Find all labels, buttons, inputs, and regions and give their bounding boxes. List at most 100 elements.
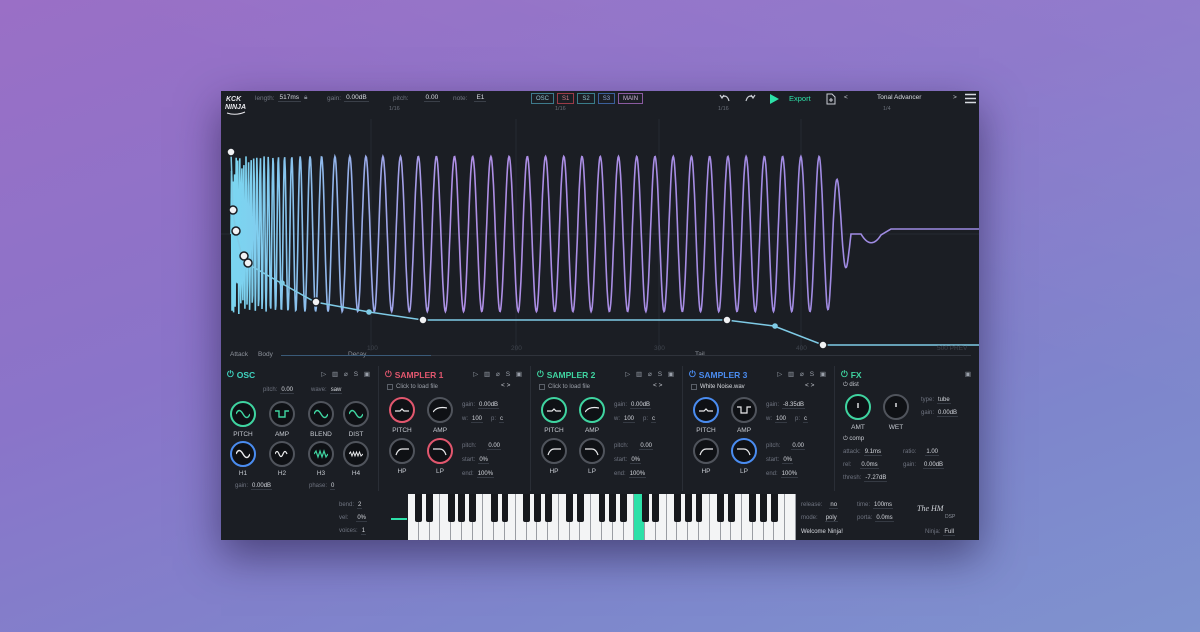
preset-prev-button[interactable]: < [844,94,848,101]
piano-black-key[interactable] [426,494,433,522]
tab-s1[interactable]: S1 [557,93,575,104]
piano-black-key[interactable] [533,494,541,522]
piano-black-key[interactable] [609,494,617,522]
piano-keyboard[interactable] [408,494,796,540]
export-button[interactable]: Export [789,94,811,103]
osc-h2-knob[interactable] [269,441,295,467]
fx-toolbar-icons[interactable]: ▣ [965,370,973,378]
sampler1-toolbar-icons[interactable]: ▷ ▥ ⌀ S ▣ [473,370,524,378]
comp-attack-field[interactable]: attack: 9.1ms [843,449,883,456]
grid-value-3[interactable]: 1/16 [718,106,729,112]
release-field[interactable]: release: no [801,502,839,509]
piano-black-key[interactable] [620,494,627,522]
grid-value-4[interactable]: 1/4 [883,106,891,112]
fx-gain-field[interactable]: gain: 0.00dB [921,410,959,417]
checkbox[interactable] [691,383,697,390]
comp-thresh-field[interactable]: thresh: -7.27dB [843,475,888,482]
time-field[interactable]: time: 100ms [857,502,894,509]
piano-black-key[interactable] [760,494,768,522]
sampler1-pitch-knob[interactable] [389,397,415,423]
sampler1-w-field[interactable]: w: 100 [462,416,484,423]
sampler3-p-field[interactable]: p: c [795,416,809,423]
osc-amp-knob[interactable] [269,401,295,427]
osc-dist-knob[interactable] [343,401,369,427]
power-icon[interactable]: ⏻ [841,369,848,380]
sampler2-amp-knob[interactable] [579,397,605,423]
piano-white-key[interactable] [785,494,796,540]
checkbox[interactable] [387,383,393,390]
ninja-field[interactable]: Ninja: Full [925,529,956,536]
sampler1-p-field[interactable]: p: c [491,416,505,423]
sampler1-hp-knob[interactable] [389,438,415,464]
stage-attack[interactable]: Attack [230,351,248,358]
fx-title[interactable]: ⏻ FX [841,369,862,380]
sampler2-title[interactable]: ⏻ SAMPLER 2 [537,369,595,380]
save-preset-icon[interactable] [826,93,836,105]
fx-amt-knob[interactable] [845,394,871,420]
sampler3-file-nav[interactable]: < > [805,382,814,389]
sampler3-lp-knob[interactable] [731,438,757,464]
osc-pitch-field[interactable]: pitch: 0.00 [263,387,295,394]
sampler3-amp-knob[interactable] [731,397,757,423]
dist-toggle[interactable]: ⏻ dist [843,382,859,389]
sampler3-title[interactable]: ⏻ SAMPLER 3 [689,369,747,380]
tab-main[interactable]: MAIN [618,93,644,104]
power-icon[interactable]: ⏻ [843,436,848,442]
piano-black-key[interactable] [717,494,724,522]
note-field[interactable]: note: E1 [453,94,487,102]
tab-s2[interactable]: S2 [577,93,595,104]
bend-field[interactable]: bend: 2 [339,502,363,509]
osc-h1-knob[interactable] [230,441,256,467]
sampler3-w-field[interactable]: w: 100 [766,416,788,423]
sampler1-end-field[interactable]: end: 100% [462,471,495,478]
redo-icon[interactable] [744,93,756,104]
piano-black-key[interactable] [523,494,530,522]
grid-value-1[interactable]: 1/16 [389,106,400,112]
osc-pitch-knob[interactable] [230,401,256,427]
sampler1-lp-knob[interactable] [427,438,453,464]
piano-black-key[interactable] [490,494,498,522]
piano-black-key[interactable] [458,494,466,522]
play-icon[interactable] [768,93,780,105]
sampler1-amp-knob[interactable] [427,397,453,423]
sampler2-toolbar-icons[interactable]: ▷ ▥ ⌀ S ▣ [625,370,676,378]
menu-icon[interactable] [965,93,976,104]
sampler3-file-loader[interactable]: White Noise.wav [691,382,745,391]
osc-title[interactable]: ⏻ OSC [227,369,255,380]
sampler1-file-nav[interactable]: < > [501,382,510,389]
piano-black-key[interactable] [673,494,681,522]
power-icon[interactable]: ⏻ [385,369,392,380]
sampler2-pitch-field[interactable]: pitch: 0.00 [614,443,654,450]
sampler2-lp-knob[interactable] [579,438,605,464]
fx-type-field[interactable]: type: tube [921,397,951,404]
sampler2-file-loader[interactable]: Click to load file [539,382,590,391]
piano-black-key[interactable] [598,494,606,522]
sampler3-start-field[interactable]: start: 0% [766,457,794,464]
osc-phase-field[interactable]: phase: 0 [309,483,336,490]
piano-black-key[interactable] [576,494,584,522]
piano-black-key[interactable] [652,494,660,522]
stage-body[interactable]: Body [258,351,273,358]
mode-field[interactable]: mode: poly [801,515,838,522]
piano-black-key[interactable] [684,494,692,522]
osc-gain-field[interactable]: gain: 0.00dB [235,483,273,490]
piano-black-key[interactable] [469,494,477,522]
sampler1-start-field[interactable]: start: 0% [462,457,490,464]
sampler1-file-loader[interactable]: Click to load file [387,382,438,391]
sampler1-pitch-field[interactable]: pitch: 0.00 [462,443,502,450]
piano-black-key[interactable] [727,494,735,522]
sampler1-title[interactable]: ⏻ SAMPLER 1 [385,369,443,380]
fx-wet-knob[interactable] [883,394,909,420]
osc-h4-knob[interactable] [343,441,369,467]
sampler1-gain-field[interactable]: gain: 0.00dB [462,402,500,409]
piano-black-key[interactable] [415,494,423,522]
tab-osc[interactable]: OSC [531,93,555,104]
power-icon[interactable]: ⏻ [689,369,696,380]
length-field[interactable]: length: 517ms 🔒︎ [255,94,308,102]
sampler2-w-field[interactable]: w: 100 [614,416,636,423]
envelope-nodes[interactable] [226,147,828,350]
power-icon[interactable]: ⏻ [843,382,848,388]
comp-toggle[interactable]: ⏻ comp [843,436,864,443]
sampler2-pitch-knob[interactable] [541,397,567,423]
sampler3-pitch-knob[interactable] [693,397,719,423]
